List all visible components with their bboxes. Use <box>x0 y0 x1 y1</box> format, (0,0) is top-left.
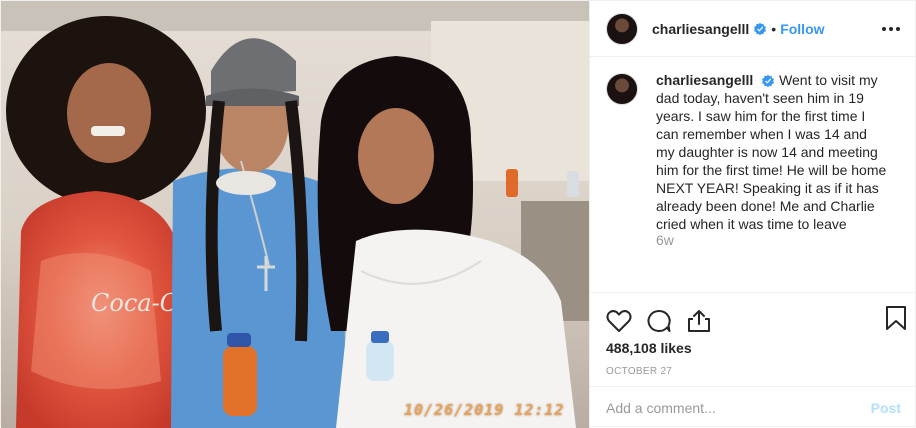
comment-icon[interactable] <box>646 309 672 333</box>
share-icon[interactable] <box>686 309 712 333</box>
post-side-panel: charliesangelll • Follow charliesangelll <box>589 1 916 428</box>
post-comment-button[interactable]: Post <box>871 400 901 416</box>
post-date: October 27 <box>606 366 673 377</box>
likes-count[interactable]: 488,108 likes <box>590 340 916 356</box>
post-age[interactable]: 6w <box>656 232 674 248</box>
verified-badge-icon <box>754 22 767 35</box>
heart-icon[interactable] <box>606 309 632 333</box>
comment-input[interactable] <box>606 399 871 416</box>
post-actions: 488,108 likes October 27 Post <box>590 292 916 428</box>
action-icons <box>590 293 916 339</box>
header-separator: • <box>771 20 777 37</box>
post-header: charliesangelll • Follow <box>590 1 915 57</box>
header-username[interactable]: charliesangelll <box>652 21 749 37</box>
caption-avatar[interactable] <box>606 73 638 105</box>
caption-text-block: charliesangelll Went to visit my dad tod… <box>656 71 888 233</box>
caption-username[interactable]: charliesangelll <box>656 72 753 88</box>
family-photo-illustration: Coca-Cola <box>1 1 589 428</box>
avatar[interactable] <box>606 12 638 45</box>
caption-comment: charliesangelll Went to visit my dad tod… <box>606 71 899 233</box>
more-horizontal-icon[interactable] <box>881 19 901 39</box>
caption-area: charliesangelll Went to visit my dad tod… <box>590 57 915 290</box>
bookmark-icon[interactable] <box>885 305 907 331</box>
post-photo[interactable]: Coca-Cola 10/26/2019 12:12 <box>1 1 589 428</box>
caption-body: Went to visit my dad today, haven't seen… <box>656 72 887 232</box>
comment-box: Post <box>590 386 916 428</box>
instagram-post: Coca-Cola 10/26/2019 12:12 charliesangel… <box>0 0 916 428</box>
verified-badge-icon <box>762 74 775 88</box>
follow-button[interactable]: Follow <box>780 21 824 37</box>
photo-date-stamp: 10/26/2019 12:12 <box>404 401 565 419</box>
